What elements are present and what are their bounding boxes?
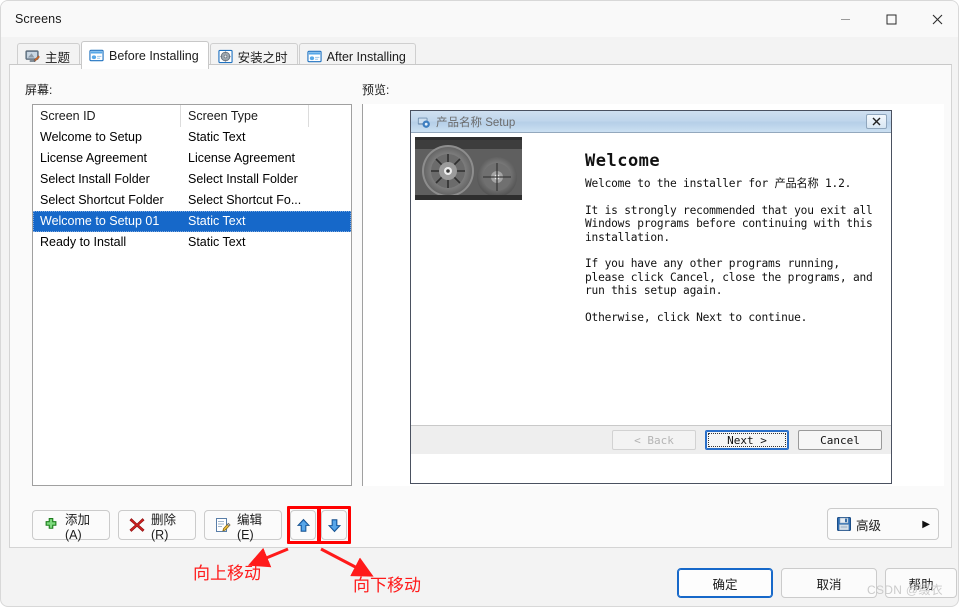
setup-paragraph-4: Otherwise, click Next to continue.: [585, 310, 808, 324]
ok-button[interactable]: 确定: [677, 568, 773, 598]
setup-next-button[interactable]: Next >: [705, 430, 789, 450]
preview-label: 预览:: [362, 83, 390, 97]
disc-gear-icon: [218, 49, 233, 64]
cell-screen-id: Select Install Folder: [40, 172, 150, 186]
setup-dialog-titlebar: 产品名称 Setup: [411, 111, 891, 133]
annotation-label-move-up: 向上移动: [193, 564, 261, 584]
pencil-edit-icon: [216, 518, 231, 532]
cell-screen-id: Select Shortcut Folder: [40, 193, 164, 207]
list-header: Screen ID Screen Type: [33, 105, 351, 127]
edit-button[interactable]: 编辑(E): [204, 510, 282, 542]
screens-list[interactable]: Screen ID Screen Type Welcome to Setup S…: [32, 104, 352, 486]
setup-paragraph-1: Welcome to the installer for 产品名称 1.2.: [585, 177, 852, 190]
advanced-button[interactable]: 高级 ▶: [827, 508, 939, 540]
save-floppy-icon: [837, 517, 851, 531]
cell-screen-type: Select Shortcut Fo...: [188, 193, 302, 207]
cancel-button[interactable]: 取消: [781, 568, 877, 598]
window-controls: [822, 1, 958, 37]
installer-icon: [417, 117, 430, 128]
screens-label: 屏幕:: [25, 83, 53, 97]
cell-screen-id: Ready to Install: [40, 235, 127, 249]
edit-button-label: 编辑(E): [237, 512, 263, 542]
delete-button[interactable]: 删除(R): [118, 510, 196, 542]
column-header-screen-id[interactable]: Screen ID: [33, 105, 181, 127]
window-screen-icon: [307, 50, 322, 63]
cell-screen-id: Welcome to Setup 01: [40, 214, 160, 228]
column-header-extra[interactable]: [309, 105, 351, 127]
red-x-icon: [129, 518, 145, 532]
window-titlebar: Screens: [1, 1, 958, 37]
arrow-to-move-up: [247, 547, 289, 568]
watermark: CSDN @缀衣: [867, 583, 943, 597]
theme-monitor-icon: [25, 50, 40, 63]
add-button[interactable]: 添加(A): [32, 510, 110, 542]
setup-dialog-body: Welcome Welcome to the installer for 产品名…: [411, 133, 891, 454]
setup-paragraph-3: If you have any other programs running, …: [585, 257, 873, 297]
annotation-label-move-down: 向下移动: [353, 576, 421, 596]
table-row-selected[interactable]: Welcome to Setup 01 Static Text: [33, 211, 351, 232]
advanced-button-label: 高级: [856, 518, 882, 533]
cell-screen-id: License Agreement: [40, 151, 148, 165]
table-row[interactable]: Welcome to Setup Static Text: [33, 127, 351, 148]
annotation-box-move-up: [287, 506, 320, 544]
table-row[interactable]: Select Shortcut Folder Select Shortcut F…: [33, 190, 351, 211]
cell-screen-type: Static Text: [188, 214, 246, 228]
delete-button-label: 删除(R): [151, 512, 177, 542]
green-plus-icon: [45, 518, 57, 529]
minimize-icon[interactable]: [822, 1, 868, 37]
cell-screen-type: License Agreement: [188, 151, 296, 165]
setup-cancel-button[interactable]: Cancel: [798, 430, 882, 450]
add-button-label: 添加(A): [65, 512, 91, 542]
setup-paragraph-2: It is strongly recommended that you exit…: [585, 203, 873, 244]
table-row[interactable]: License Agreement License Agreement: [33, 148, 351, 169]
setup-dialog-footer: < Back Next > Cancel: [411, 425, 891, 454]
annotation-box-move-down: [318, 506, 351, 544]
arrow-to-move-down: [320, 547, 374, 577]
cell-screen-type: Static Text: [188, 235, 246, 249]
tab-after-installing-label: After Installing: [326, 49, 406, 64]
window-title: Screens: [15, 12, 62, 26]
cell-screen-type: Static Text: [188, 130, 246, 144]
setup-close-icon[interactable]: [866, 114, 887, 129]
table-row[interactable]: Ready to Install Static Text: [33, 232, 351, 253]
preview-pane: 产品名称 Setup Welcome Welcome to the instal…: [362, 104, 944, 486]
screens-window: Screens 主题 Before Installing 安装之时 After …: [0, 0, 959, 607]
tab-before-installing[interactable]: Before Installing: [81, 41, 209, 69]
close-icon[interactable]: [914, 1, 958, 37]
setup-dialog-title: 产品名称 Setup: [436, 116, 516, 129]
window-screen-icon: [89, 49, 104, 62]
caret-right-icon: ▶: [922, 518, 930, 530]
maximize-icon[interactable]: [868, 1, 914, 37]
setup-dialog-text: Welcome Welcome to the installer for 产品名…: [585, 151, 877, 324]
cell-screen-id: Welcome to Setup: [40, 130, 142, 144]
setup-heading: Welcome: [585, 151, 661, 171]
table-row[interactable]: Select Install Folder Select Install Fol…: [33, 169, 351, 190]
column-header-screen-type[interactable]: Screen Type: [181, 105, 309, 127]
tab-before-installing-label: Before Installing: [109, 48, 199, 63]
setup-dialog-preview: 产品名称 Setup Welcome Welcome to the instal…: [410, 110, 892, 484]
setup-back-button: < Back: [612, 430, 696, 450]
gears-photo: [415, 137, 522, 200]
cell-screen-type: Select Install Folder: [188, 172, 298, 186]
